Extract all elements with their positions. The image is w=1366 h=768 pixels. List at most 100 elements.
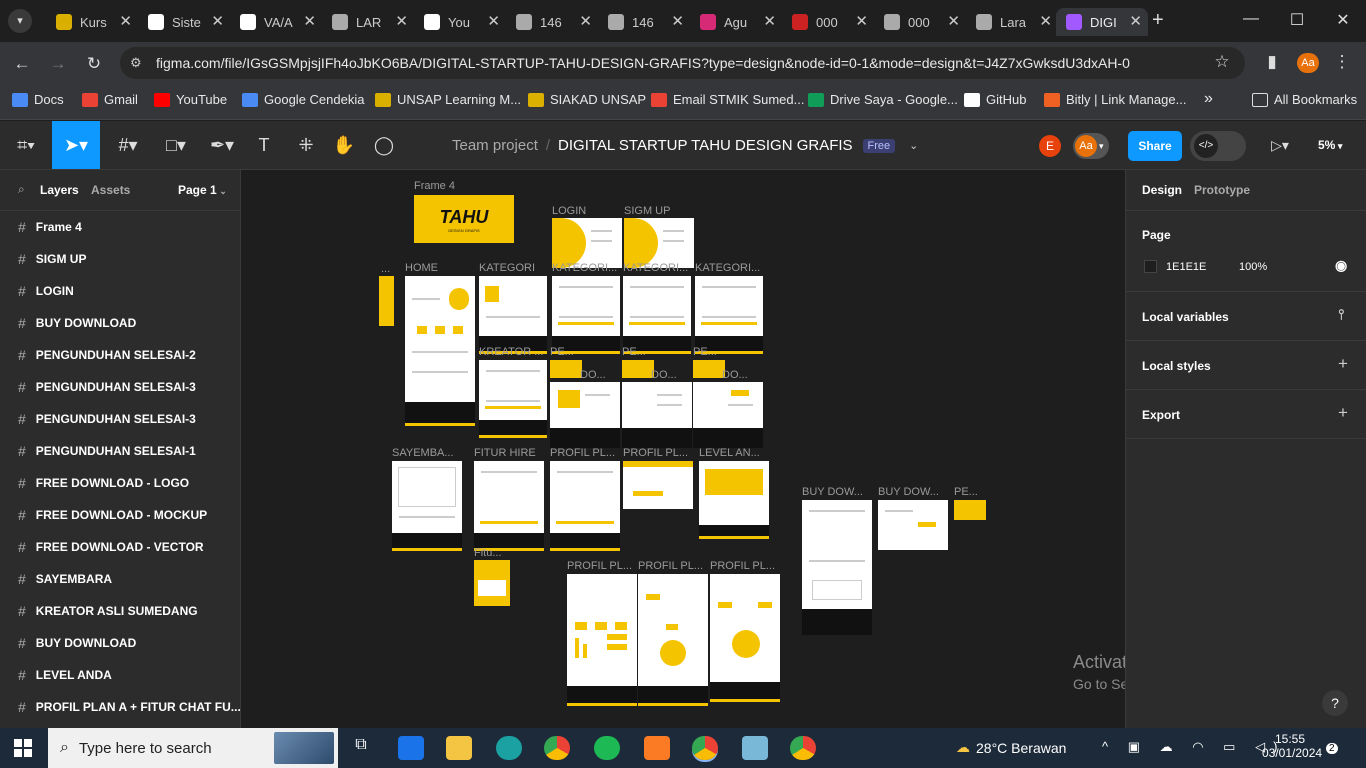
tab-assets[interactable]: Assets [91,183,130,197]
close-tab-icon[interactable]: ✕ [855,12,868,30]
close-tab-icon[interactable]: ✕ [579,12,592,30]
frame-profil-2[interactable] [623,461,693,509]
frame-label-kategori4[interactable]: KATEGORI... [695,262,763,274]
site-info-icon[interactable]: ⚙ [130,55,142,71]
chrome-profile-icon[interactable] [692,736,718,760]
close-tab-icon[interactable]: ✕ [211,12,224,30]
tab-layers[interactable]: Layers [40,183,79,197]
file-explorer-icon[interactable] [446,736,472,760]
design-canvas[interactable]: Frame 4 TAHU DESIGN GRAFIS LOGIN SIGM UP… [241,170,1125,728]
back-button[interactable]: ← [10,54,34,74]
resources-tool-icon[interactable]: ⁜ [292,121,320,169]
hand-tool-icon[interactable]: ✋ [330,121,358,169]
frame-label-dots[interactable]: ... [381,263,390,275]
bookmark-item[interactable]: UNSAP Learning M... [375,92,521,107]
frame-profil-5[interactable] [710,574,780,702]
eye-icon[interactable]: ◉ [1335,257,1347,274]
edge-browser-icon[interactable] [496,736,522,760]
bookmark-item[interactable]: Gmail [82,92,138,107]
browser-tab[interactable]: 146 ✕ [598,8,690,36]
layer-item[interactable]: # KREATOR ASLI SUMEDANG [0,595,240,627]
frame-label-profil3[interactable]: PROFIL PL... [567,560,637,572]
close-window-button[interactable]: ✕ [1328,10,1358,30]
frame-pe3[interactable] [693,360,725,378]
profile-avatar[interactable]: Aa [1297,53,1319,73]
app-icon[interactable] [742,736,768,760]
menu-icon[interactable]: ⋮ [1330,52,1354,72]
search-icon[interactable]: ⌕ [18,182,25,197]
frame-sayembara[interactable] [392,461,462,551]
layer-item[interactable]: # PROFIL PLAN A + FITUR CHAT FU... [0,691,240,723]
bookmark-item[interactable]: YouTube [154,92,227,107]
frame-kreator[interactable] [479,360,547,438]
frame-label-do3[interactable]: DO... [722,369,748,381]
clock[interactable]: 15:55 03/01/2024 [1262,732,1322,760]
page-color-hex[interactable]: 1E1E1E [1166,261,1206,273]
browser-tab[interactable]: Siste ✕ [138,8,230,36]
sidepanel-icon[interactable]: ▮ [1260,52,1284,72]
frame-download-2[interactable] [622,382,692,448]
layer-item[interactable]: # FREE DOWNLOAD - VECTOR [0,531,240,563]
close-tab-icon[interactable]: ✕ [947,12,960,30]
user-avatar[interactable]: E [1039,135,1061,157]
all-bookmarks-button[interactable]: All Bookmarks [1252,92,1357,107]
pen-tool-icon[interactable]: ✒▾ [202,121,242,169]
chevron-down-icon[interactable]: ⌄ [909,139,918,152]
bookmark-item[interactable]: Bitly | Link Manage... [1044,92,1186,107]
frame-pe2[interactable] [622,360,654,378]
xampp-icon[interactable] [644,736,670,760]
spotify-icon[interactable] [594,736,620,760]
browser-tab[interactable]: 000 ✕ [874,8,966,36]
close-tab-icon[interactable]: ✕ [671,12,684,30]
layer-item[interactable]: # LOGIN [0,275,240,307]
frame-label-profil4[interactable]: PROFIL PL... [638,560,708,572]
frame-kategori[interactable] [479,276,547,354]
frame-label-profil5[interactable]: PROFIL PL... [710,560,780,572]
shape-tool-icon[interactable]: □▾ [156,121,196,169]
frame-label-pe4[interactable]: PE... [954,486,986,498]
frame-label-kreator[interactable]: KREATOR ... [479,346,547,358]
tab-search-button[interactable]: ▾ [8,9,32,33]
frame-label-do2[interactable]: DO... [651,369,677,381]
help-button[interactable]: ? [1322,690,1348,716]
new-tab-button[interactable]: + [1152,9,1164,32]
frame-pe1[interactable] [550,360,582,378]
frame-label-kategori3[interactable]: KATEGORI... [623,262,691,274]
close-tab-icon[interactable]: ✕ [1039,12,1052,30]
sliders-icon[interactable]: ⫯ [1338,306,1344,323]
frame-login[interactable] [552,218,622,268]
minimize-button[interactable]: — [1236,10,1266,28]
layer-item[interactable]: # PENGUNDUHAN SELESAI-1 [0,435,240,467]
chrome-profile-2-icon[interactable] [790,736,816,760]
windows-start-icon[interactable] [14,739,32,757]
frame-label-pe2[interactable]: PE... [622,346,652,358]
frame-label-signup[interactable]: SIGM UP [624,205,670,217]
frame-download-3[interactable] [693,382,763,448]
frame-label-buy1[interactable]: BUY DOW... [802,486,872,498]
layer-item[interactable]: # PENGUNDUHAN SELESAI-3 [0,371,240,403]
layer-item[interactable]: # BUY DOWNLOAD [0,307,240,339]
frame-fitur-hire[interactable] [474,461,544,551]
layer-item[interactable]: # SIGM UP [0,243,240,275]
tab-prototype[interactable]: Prototype [1194,183,1250,197]
taskbar-search[interactable]: ⌕ Type here to search [48,728,338,768]
frame-label-profil2[interactable]: PROFIL PL... [623,447,693,459]
text-tool-icon[interactable]: T [250,121,278,169]
layer-item[interactable]: # FREE DOWNLOAD - LOGO [0,467,240,499]
browser-tab[interactable]: LAR ✕ [322,8,414,36]
bookmark-item[interactable]: Docs [12,92,64,107]
close-tab-icon[interactable]: ✕ [119,12,132,30]
browser-tab[interactable]: 146 ✕ [506,8,598,36]
frame-label-fitur-hire[interactable]: FITUR HIRE [474,447,536,459]
task-view-icon[interactable]: ⧉ [348,736,374,760]
frame-pe4[interactable] [954,500,986,520]
move-tool-icon[interactable]: ➤▾ [52,121,100,169]
bookmark-item[interactable]: SIAKAD UNSAP [528,92,646,107]
share-button[interactable]: Share [1128,131,1182,161]
add-icon[interactable]: + [1338,354,1348,374]
zoom-level[interactable]: 5% ▾ [1318,138,1342,152]
frame-signup[interactable] [624,218,694,268]
layer-item[interactable]: # Frame 4 [0,211,240,243]
page-color-swatch[interactable] [1144,260,1157,273]
frame-label-do1[interactable]: DO... [580,369,606,381]
